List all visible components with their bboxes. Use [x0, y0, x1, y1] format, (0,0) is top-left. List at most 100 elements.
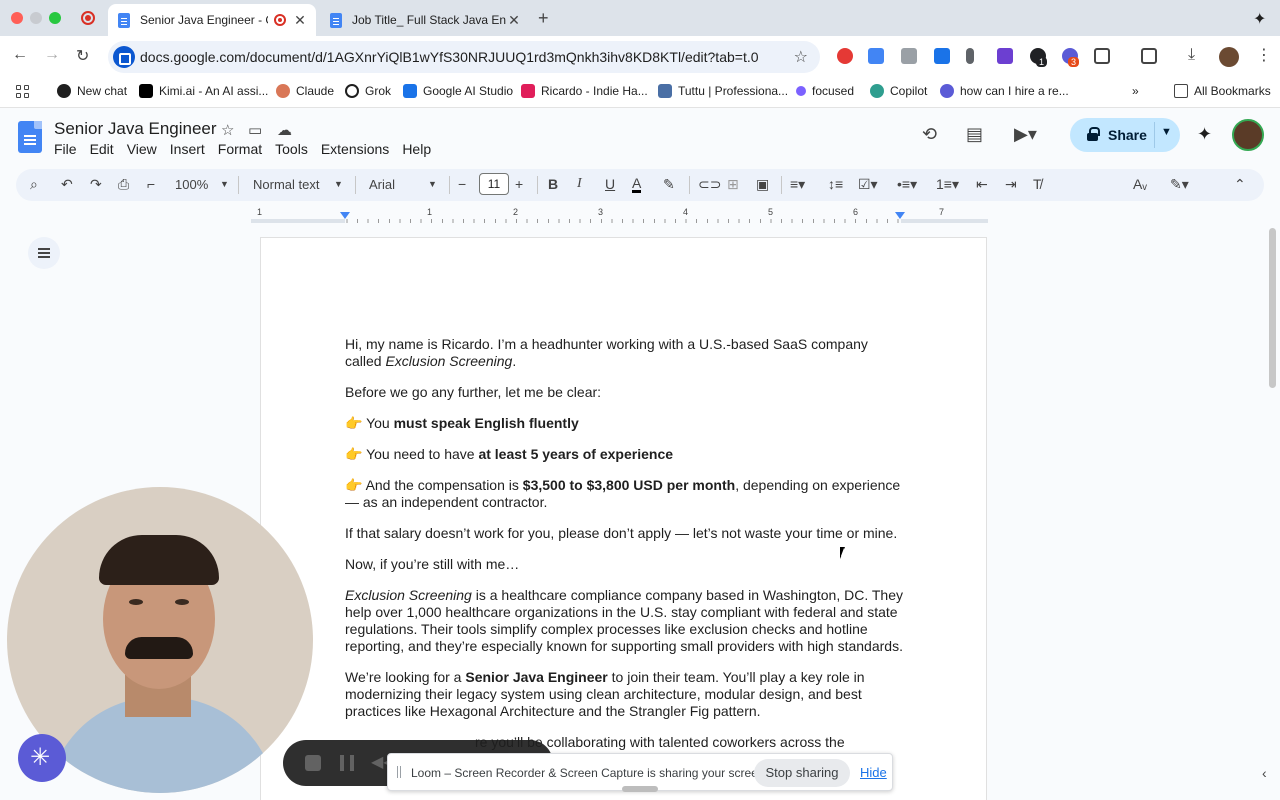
tab-senior-java-engineer[interactable]: Senior Java Engineer - Go ✕	[108, 4, 316, 36]
font-dropdown-icon[interactable]: ▼	[428, 179, 437, 189]
star-icon[interactable]: ☆	[221, 121, 234, 139]
menu-file[interactable]: File	[54, 141, 77, 157]
new-tab-icon[interactable]: +	[538, 8, 549, 29]
loom-menu-button[interactable]	[18, 734, 66, 782]
print-icon[interactable]: ⎙	[118, 176, 129, 193]
site-info-icon[interactable]	[113, 46, 135, 68]
menu-edit[interactable]: Edit	[90, 141, 114, 157]
insert-image-icon[interactable]: ▣	[756, 176, 769, 193]
menu-help[interactable]: Help	[402, 141, 431, 157]
font-size-input[interactable]: 11	[479, 173, 509, 195]
menu-view[interactable]: View	[127, 141, 157, 157]
bookmark-copilot[interactable]: Copilot	[870, 84, 927, 98]
hide-menus-icon[interactable]: ⌃	[1234, 176, 1246, 193]
drag-handle-icon[interactable]	[397, 766, 401, 778]
redo-icon[interactable]: ↷	[90, 176, 102, 193]
share-dropdown-icon[interactable]: ▼	[1161, 126, 1172, 138]
underline-icon[interactable]: U	[605, 176, 615, 192]
document-title[interactable]: Senior Java Engineer	[54, 119, 217, 139]
bookmark-google-ai-studio[interactable]: Google AI Studio	[403, 84, 513, 98]
stop-recording-icon[interactable]	[305, 755, 321, 771]
bookmark-new-chat[interactable]: New chat	[57, 84, 127, 98]
docs-home-icon[interactable]	[18, 121, 42, 153]
share-button[interactable]: Share ▼	[1070, 118, 1180, 152]
extension-icon[interactable]	[934, 48, 950, 64]
increase-font-size-icon[interactable]: +	[515, 176, 523, 192]
screenshot-extension-icon[interactable]	[901, 48, 917, 64]
bookmark-star-icon[interactable]: ☆	[794, 47, 808, 67]
tab-close-icon[interactable]: ✕	[292, 12, 308, 29]
document-body[interactable]: Hi, my name is Ricardo. I’m a headhunter…	[345, 336, 905, 765]
checklist-icon[interactable]: ☑▾	[858, 176, 878, 193]
spellcheck-icon[interactable]: Aᵥ	[1133, 176, 1147, 192]
italic-icon[interactable]: I	[577, 176, 582, 192]
tab-job-title[interactable]: Job Title_ Full Stack Java Eng ✕	[320, 4, 530, 36]
back-arrow-icon[interactable]: ←	[12, 46, 28, 64]
download-icon[interactable]: ⤓	[1188, 46, 1195, 64]
extensions-puzzle-icon[interactable]	[1094, 48, 1110, 64]
comments-icon[interactable]: ▤	[966, 124, 983, 145]
search-menus-icon[interactable]: ⌕	[30, 176, 38, 193]
add-comment-icon[interactable]: ⊞	[727, 176, 739, 193]
decrease-font-size-icon[interactable]: −	[458, 176, 466, 192]
numbered-list-icon[interactable]: 1≡▾	[936, 176, 959, 193]
align-left-icon[interactable]: ≡▾	[790, 176, 805, 193]
meet-video-icon[interactable]: ▶▾	[1014, 124, 1037, 145]
cloud-status-icon[interactable]: ☁	[277, 121, 292, 139]
bold-icon[interactable]: B	[548, 176, 558, 192]
extension-icon[interactable]	[997, 48, 1013, 64]
text-color-icon[interactable]: A	[632, 176, 642, 193]
move-folder-icon[interactable]: ▭	[248, 121, 262, 139]
bulleted-list-icon[interactable]: •≡▾	[897, 176, 917, 193]
browser-menu-icon[interactable]: ⋮	[1256, 45, 1272, 65]
adblock-extension-icon[interactable]	[837, 48, 853, 64]
bookmark-claude[interactable]: Claude	[276, 84, 334, 98]
tab-close-icon[interactable]: ✕	[506, 12, 522, 29]
bookmarks-overflow-icon[interactable]: »	[1132, 84, 1139, 98]
menu-format[interactable]: Format	[218, 141, 262, 157]
insert-link-icon[interactable]: ⊂⊃	[698, 176, 721, 193]
window-close-button[interactable]	[11, 12, 23, 24]
microphone-icon[interactable]	[966, 48, 974, 64]
decrease-indent-icon[interactable]: ⇤	[976, 176, 988, 193]
bookmark-focused[interactable]: focused	[796, 84, 854, 98]
forward-arrow-icon[interactable]: →	[44, 46, 60, 64]
profile-avatar[interactable]	[1219, 47, 1239, 67]
pause-recording-icon[interactable]	[340, 755, 354, 771]
menu-extensions[interactable]: Extensions	[321, 141, 389, 157]
bookmark-how-can-i-hire[interactable]: how can I hire a re...	[940, 84, 1069, 98]
stop-sharing-button[interactable]: Stop sharing	[754, 759, 850, 787]
editing-mode-icon[interactable]: ✎▾	[1170, 176, 1189, 193]
bookmark-grok[interactable]: Grok	[345, 84, 391, 98]
window-maximize-button[interactable]	[49, 12, 61, 24]
undo-icon[interactable]: ↶	[61, 176, 73, 193]
bookmark-ricardo[interactable]: Ricardo - Indie Ha...	[521, 84, 648, 98]
highlight-color-icon[interactable]: ✎	[663, 176, 675, 193]
right-indent-marker[interactable]	[895, 212, 905, 219]
apps-grid-icon[interactable]	[16, 85, 30, 99]
style-dropdown-icon[interactable]: ▼	[334, 179, 343, 189]
translate-extension-icon[interactable]	[868, 48, 884, 64]
gemini-sparkle-icon[interactable]: ✦	[1253, 9, 1266, 29]
vertical-scrollbar[interactable]	[1269, 228, 1276, 388]
zoom-dropdown-icon[interactable]: ▼	[220, 179, 229, 189]
bookmark-kimi[interactable]: Kimi.ai - An AI assi...	[139, 84, 268, 98]
horizontal-scrollbar[interactable]	[622, 786, 658, 792]
address-bar[interactable]: docs.google.com/document/d/1AGXnrYiQlB1w…	[108, 41, 820, 73]
style-select[interactable]: Normal text	[253, 177, 319, 192]
increase-indent-icon[interactable]: ⇥	[1005, 176, 1017, 193]
menu-insert[interactable]: Insert	[170, 141, 205, 157]
side-panel-expand-icon[interactable]: ‹	[1262, 765, 1267, 781]
bookmark-tuttu[interactable]: Tuttu | Professiona...	[658, 84, 788, 98]
paint-format-icon[interactable]: ⌐	[147, 176, 155, 192]
gemini-icon[interactable]: ✦	[1197, 124, 1212, 145]
all-bookmarks[interactable]: All Bookmarks	[1174, 84, 1271, 98]
version-history-icon[interactable]: ⟲	[922, 124, 937, 145]
hide-link[interactable]: Hide	[860, 765, 887, 780]
tab-search-icon[interactable]	[1141, 48, 1157, 64]
line-spacing-icon[interactable]: ↕≡	[828, 176, 843, 192]
user-avatar[interactable]	[1232, 119, 1264, 151]
clear-formatting-icon[interactable]: T̸	[1033, 176, 1042, 192]
document-outline-button[interactable]	[28, 237, 60, 269]
menu-tools[interactable]: Tools	[275, 141, 308, 157]
